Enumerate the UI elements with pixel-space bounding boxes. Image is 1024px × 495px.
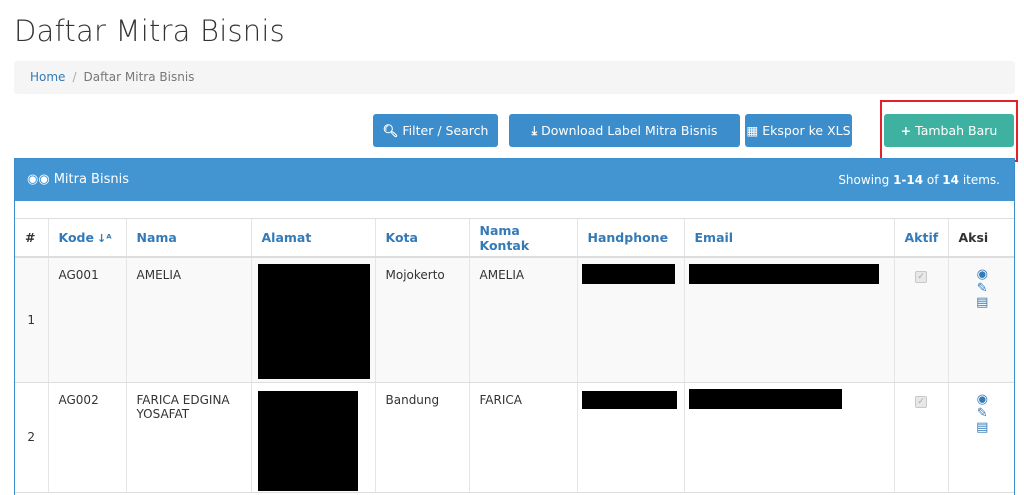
row-aksi: ◉ ✎ ▤ (948, 382, 1014, 493)
aktif-checkbox: ✓ (915, 271, 927, 283)
summary-total: 14 (942, 173, 959, 187)
header-alamat[interactable]: Alamat (251, 219, 376, 258)
users-icon: ◉◉ (27, 172, 50, 187)
redacted-block (581, 390, 677, 409)
header-kode-label: Kode (58, 230, 94, 245)
header-nama[interactable]: Nama (126, 219, 252, 258)
add-new-button[interactable]: + Tambah Baru (884, 114, 1014, 147)
items-summary: Showing 1-14 of 14 items. (838, 159, 1000, 201)
summary-suffix: items. (959, 173, 1000, 187)
redacted-block (688, 388, 842, 409)
row-email (684, 257, 895, 383)
redacted-block (257, 264, 370, 379)
breadcrumb-current: Daftar Mitra Bisnis (83, 70, 195, 84)
row-number: 2 (15, 382, 49, 493)
excel-file-icon: ▦ (746, 123, 759, 138)
delete-icon[interactable]: ▤ (959, 296, 1007, 310)
breadcrumb-home-link[interactable]: Home (30, 70, 65, 84)
breadcrumb-separator: / (72, 70, 77, 84)
mitra-bisnis-panel: ◉◉ Mitra Bisnis Showing 1-14 of 14 items.… (14, 158, 1015, 495)
row-aksi: ◉ ✎ ▤ (948, 257, 1014, 383)
header-aktif[interactable]: Aktif (894, 219, 949, 258)
header-handphone[interactable]: Handphone (577, 219, 685, 258)
edit-icon[interactable]: ✎ (959, 282, 1007, 296)
view-icon[interactable]: ◉ (959, 268, 1007, 282)
row-nama: AMELIA (126, 257, 252, 383)
add-new-label: Tambah Baru (915, 123, 998, 138)
row-email (684, 382, 895, 493)
download-icon: ⤓ (531, 123, 538, 138)
download-label-text: Download Label Mitra Bisnis (541, 123, 718, 138)
table-header-row: # Kode ↓ᴬ Nama Alamat Kota Nama Kontak Ha… (15, 219, 1014, 258)
row-kota: Bandung (375, 382, 470, 493)
search-icon: 🔍︎ (382, 123, 399, 138)
redacted-block (581, 264, 675, 284)
row-alamat (251, 382, 376, 493)
plus-icon: + (900, 123, 912, 138)
download-label-button[interactable]: ⤓ Download Label Mitra Bisnis (509, 114, 740, 147)
header-num: # (15, 219, 49, 258)
edit-icon[interactable]: ✎ (959, 406, 1007, 421)
panel-heading: ◉◉ Mitra Bisnis Showing 1-14 of 14 items. (15, 159, 1014, 201)
breadcrumb: Home / Daftar Mitra Bisnis (14, 61, 1015, 94)
redacted-block (257, 390, 358, 491)
header-kota[interactable]: Kota (375, 219, 470, 258)
page-title: Daftar Mitra Bisnis (14, 14, 285, 48)
row-kode: AG001 (48, 257, 127, 383)
row-kontak: FARICA (469, 382, 578, 493)
filter-search-label: Filter / Search (402, 123, 489, 138)
filter-search-button[interactable]: 🔍︎ Filter / Search (373, 114, 498, 147)
export-xls-button[interactable]: ▦ Ekspor ke XLS (745, 114, 852, 147)
mitra-table: # Kode ↓ᴬ Nama Alamat Kota Nama Kontak Ha… (15, 219, 1014, 493)
sort-ascending-icon: ↓ᴬ (96, 232, 112, 245)
row-kode: AG002 (48, 382, 127, 493)
row-nama: FARICA EDGINA YOSAFAT (126, 382, 252, 493)
row-aktif: ✓ (894, 382, 949, 493)
header-email[interactable]: Email (684, 219, 895, 258)
row-handphone (577, 257, 685, 383)
view-icon[interactable]: ◉ (959, 392, 1007, 407)
row-kontak: AMELIA (469, 257, 578, 383)
table-row: 1 AG001 AMELIA Mojokerto AMELIA ✓ ◉ ✎ ▤ (15, 257, 1014, 383)
aktif-checkbox: ✓ (915, 395, 927, 408)
header-aksi: Aksi (948, 219, 1014, 258)
row-alamat (251, 257, 376, 383)
export-xls-label: Ekspor ke XLS (762, 123, 851, 138)
panel-spacer (15, 201, 1014, 219)
row-handphone (577, 382, 685, 493)
table-row: 2 AG002 FARICA EDGINA YOSAFAT Bandung FA… (15, 382, 1014, 493)
row-kota: Mojokerto (375, 257, 470, 383)
row-number: 1 (15, 257, 49, 383)
header-kode[interactable]: Kode ↓ᴬ (48, 219, 127, 258)
panel-title: Mitra Bisnis (53, 172, 129, 187)
delete-icon[interactable]: ▤ (959, 420, 1007, 435)
summary-prefix: Showing (838, 173, 894, 187)
redacted-block (688, 264, 879, 284)
row-aktif: ✓ (894, 257, 949, 383)
header-kontak[interactable]: Nama Kontak (469, 219, 578, 258)
summary-of: of (923, 173, 943, 187)
summary-range: 1-14 (893, 173, 924, 187)
